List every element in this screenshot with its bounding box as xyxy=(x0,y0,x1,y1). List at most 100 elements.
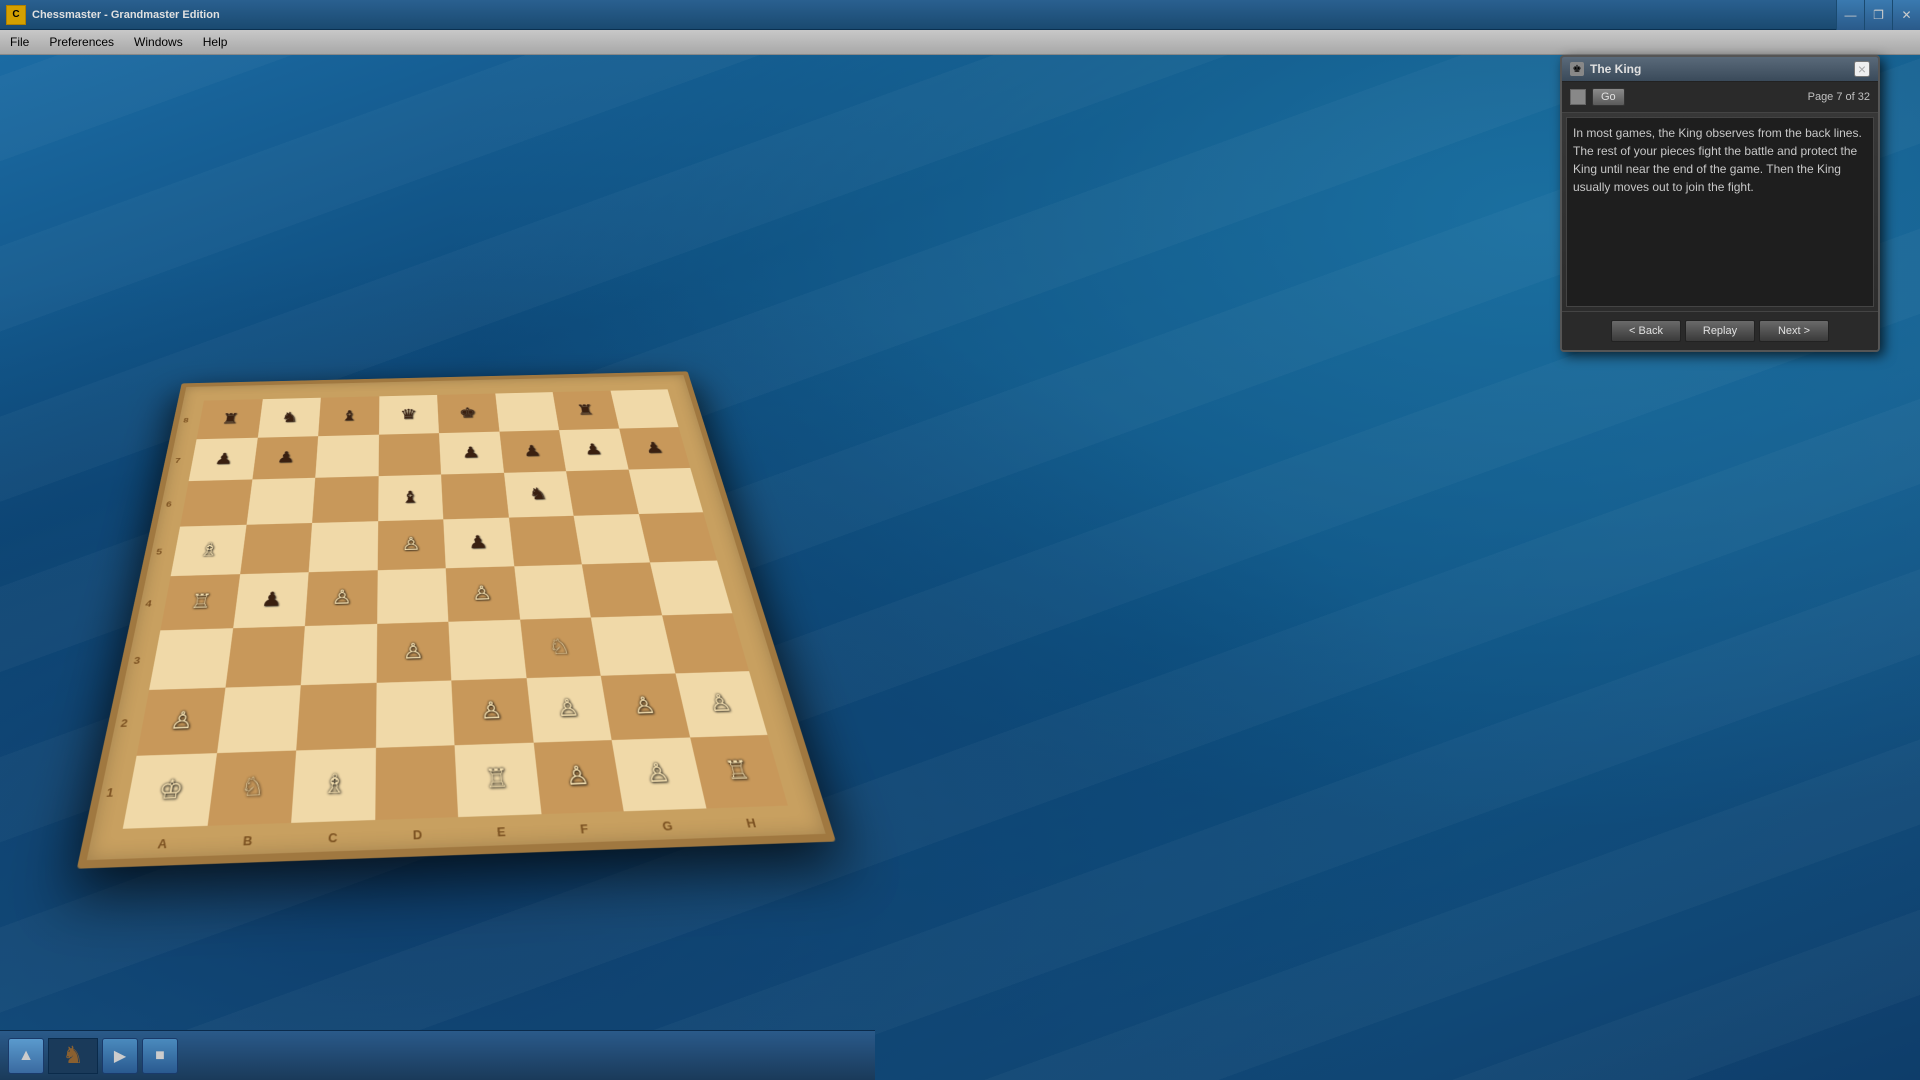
menu-file[interactable]: File xyxy=(0,30,39,54)
cell-b5[interactable] xyxy=(240,523,312,574)
cell-h4[interactable] xyxy=(650,561,733,616)
panel-text-content: In most games, the King observes from th… xyxy=(1573,124,1867,196)
cell-e4[interactable]: ♙ xyxy=(446,566,520,621)
cell-c6[interactable] xyxy=(312,476,378,523)
rank-1: 1 xyxy=(105,786,114,798)
title-bar-left: C Chessmaster - Grandmaster Edition xyxy=(0,5,220,25)
cell-b8[interactable]: ♞ xyxy=(257,398,320,438)
cell-e7[interactable]: ♟ xyxy=(439,432,504,475)
piece-h1: ♖ xyxy=(690,735,788,809)
minimize-button[interactable]: — xyxy=(1836,0,1864,30)
cell-a8[interactable]: ♜ xyxy=(197,399,263,439)
back-button[interactable]: < Back xyxy=(1611,320,1681,342)
cell-b2[interactable] xyxy=(217,685,301,753)
cell-h1[interactable]: ♖ xyxy=(690,735,788,809)
cell-e6[interactable] xyxy=(441,473,509,520)
cell-h8[interactable] xyxy=(610,389,678,428)
cell-c4[interactable]: ♙ xyxy=(305,570,377,626)
cell-b6[interactable] xyxy=(246,478,315,525)
cell-f6[interactable]: ♞ xyxy=(504,471,574,517)
cell-e8[interactable]: ♚ xyxy=(437,394,499,434)
file-b: B xyxy=(242,833,253,848)
cell-c1[interactable]: ♗ xyxy=(291,748,375,823)
cell-e5[interactable]: ♟ xyxy=(443,518,514,569)
cell-c3[interactable] xyxy=(301,624,377,685)
panel-close-button[interactable]: × xyxy=(1854,61,1870,77)
cell-d4[interactable] xyxy=(377,568,449,624)
piece-e8: ♚ xyxy=(437,394,499,434)
go-checkbox[interactable] xyxy=(1570,89,1586,105)
cell-g4[interactable] xyxy=(582,562,662,617)
replay-button[interactable]: Replay xyxy=(1685,320,1755,342)
cell-a3[interactable] xyxy=(149,628,233,690)
stop-button[interactable]: ■ xyxy=(142,1038,178,1074)
cell-b1[interactable]: ♘ xyxy=(207,750,296,825)
cell-a1[interactable]: ♔ xyxy=(123,753,217,829)
rank-2: 2 xyxy=(120,717,129,728)
cell-d7[interactable] xyxy=(378,433,441,476)
cell-b3[interactable] xyxy=(225,626,305,688)
menu-bar: File Preferences Windows Help xyxy=(0,30,1920,55)
file-g: G xyxy=(661,818,674,833)
panel-left-controls: Go xyxy=(1570,88,1625,106)
cell-f8[interactable] xyxy=(495,392,559,432)
piece-e4: ♙ xyxy=(446,566,520,621)
cell-g6[interactable] xyxy=(566,470,638,516)
cell-c5[interactable] xyxy=(309,521,378,572)
cell-b4[interactable]: ♟ xyxy=(233,572,309,628)
menu-windows[interactable]: Windows xyxy=(124,30,193,54)
rank-8: 8 xyxy=(183,417,189,424)
cell-g7[interactable]: ♟ xyxy=(559,429,628,472)
cell-d3[interactable]: ♙ xyxy=(376,622,451,683)
cell-d1[interactable] xyxy=(375,745,458,820)
cell-d6[interactable]: ♝ xyxy=(378,474,443,521)
cell-f3[interactable]: ♘ xyxy=(520,617,601,678)
go-button[interactable]: Go xyxy=(1592,88,1625,106)
cell-d8[interactable]: ♛ xyxy=(379,395,439,435)
piece-a7: ♟ xyxy=(189,438,258,481)
piece-b4: ♟ xyxy=(233,572,309,628)
cell-d2[interactable] xyxy=(376,680,455,747)
cell-h5[interactable] xyxy=(638,512,717,562)
cell-b7[interactable]: ♟ xyxy=(252,436,318,479)
cell-a4[interactable]: ♖ xyxy=(160,574,239,630)
cell-a7[interactable]: ♟ xyxy=(189,438,258,481)
cell-g8[interactable]: ♜ xyxy=(553,391,619,430)
cell-d5[interactable]: ♙ xyxy=(377,519,445,570)
cell-a2[interactable]: ♙ xyxy=(137,688,225,756)
cell-a6[interactable] xyxy=(180,479,252,526)
cell-e1[interactable]: ♖ xyxy=(455,743,542,817)
chess-area: 8 7 6 5 4 3 2 1 A B C D E F G H xyxy=(0,55,875,1080)
cell-g3[interactable] xyxy=(591,615,675,675)
app-title-text: Chessmaster - Grandmaster Edition xyxy=(32,9,220,21)
cell-f2[interactable]: ♙ xyxy=(526,676,611,743)
file-e: E xyxy=(497,824,507,839)
board-frame: 8 7 6 5 4 3 2 1 A B C D E F G H xyxy=(77,371,836,868)
cell-c7[interactable] xyxy=(315,435,378,478)
cell-f5[interactable] xyxy=(509,516,582,567)
cell-g5[interactable] xyxy=(574,514,650,564)
cell-h3[interactable] xyxy=(662,613,749,673)
cell-f4[interactable] xyxy=(514,564,591,619)
rank-5: 5 xyxy=(156,547,163,555)
cell-c2[interactable] xyxy=(296,683,376,751)
cell-a5[interactable]: ♗ xyxy=(171,525,247,576)
next-button[interactable]: Next > xyxy=(1759,320,1829,342)
rank-3: 3 xyxy=(133,655,141,665)
close-button[interactable]: ✕ xyxy=(1892,0,1920,30)
maximize-button[interactable]: ❐ xyxy=(1864,0,1892,30)
play-button[interactable]: ▶ xyxy=(102,1038,138,1074)
menu-help[interactable]: Help xyxy=(193,30,238,54)
cell-f7[interactable]: ♟ xyxy=(499,430,566,473)
cell-h6[interactable] xyxy=(628,468,703,514)
rank-6: 6 xyxy=(165,500,172,508)
scroll-up-button[interactable]: ▲ xyxy=(8,1038,44,1074)
cell-c8[interactable]: ♝ xyxy=(318,396,379,436)
cell-e3[interactable] xyxy=(448,620,526,681)
cell-e2[interactable]: ♙ xyxy=(451,678,533,745)
cell-h2[interactable]: ♙ xyxy=(675,671,767,737)
cell-f1[interactable]: ♙ xyxy=(533,740,623,814)
cell-h7[interactable]: ♟ xyxy=(619,427,690,469)
rank-4: 4 xyxy=(145,599,153,608)
menu-preferences[interactable]: Preferences xyxy=(39,30,124,54)
